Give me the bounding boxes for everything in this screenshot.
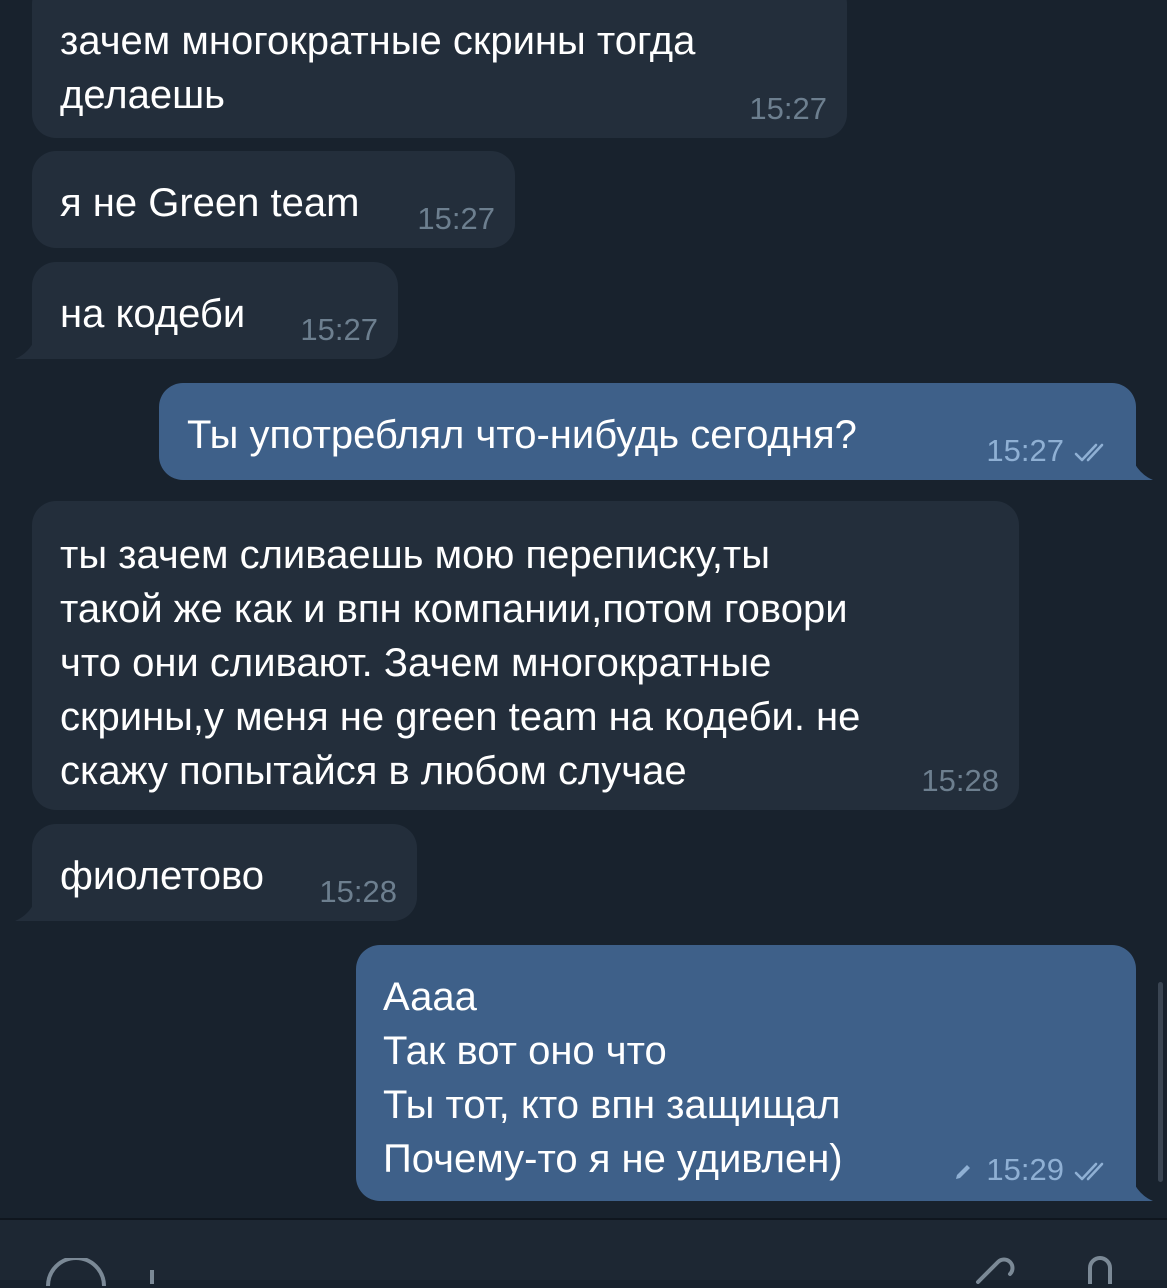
message-time: 15:29 (986, 1152, 1064, 1187)
incoming-message[interactable]: фиолетово 15:28 (15, 824, 417, 921)
message-text: зачем многократные скрины тогда делаешь (60, 19, 696, 117)
bubble-tail (15, 339, 35, 359)
incoming-message[interactable]: зачем многократные скрины тогда делаешь … (32, 0, 847, 138)
bubble-tail (15, 901, 35, 921)
message-time: 15:27 (300, 312, 378, 347)
bubble-tail (1133, 1181, 1153, 1201)
message-time: 15:27 (749, 91, 827, 126)
bubble-tail (1133, 460, 1153, 480)
double-check-icon (1074, 443, 1104, 462)
message-time: 15:28 (921, 763, 999, 798)
message-input-cursor[interactable] (150, 1270, 154, 1284)
message-time: 15:27 (417, 201, 495, 236)
message-time: 15:28 (319, 874, 397, 909)
message-meta: 15:29 (952, 1153, 1112, 1187)
outgoing-message[interactable]: Ты употреблял что-нибудь сегодня? 15:27 (159, 383, 1153, 480)
outgoing-message[interactable]: Аааа Так вот оно что Ты тот, кто впн защ… (356, 945, 1153, 1201)
message-text: ты зачем сливаешь мою переписку,ты такой… (60, 533, 861, 793)
emoji-icon[interactable] (44, 1258, 108, 1288)
incoming-message[interactable]: ты зачем сливаешь мою переписку,ты такой… (32, 501, 1019, 810)
double-check-icon (1074, 1162, 1104, 1181)
chat-history[interactable]: зачем многократные скрины тогда делаешь … (0, 0, 1167, 1218)
composer-divider (0, 1218, 1167, 1220)
message-time: 15:27 (986, 433, 1064, 468)
message-meta: 15:27 (986, 434, 1112, 468)
pencil-icon (956, 1164, 971, 1179)
message-composer[interactable] (0, 1218, 1167, 1287)
incoming-message[interactable]: на кодеби 15:27 (15, 262, 398, 359)
scrollbar[interactable] (1158, 982, 1163, 1182)
incoming-message[interactable]: я не Green team 15:27 (32, 151, 515, 248)
